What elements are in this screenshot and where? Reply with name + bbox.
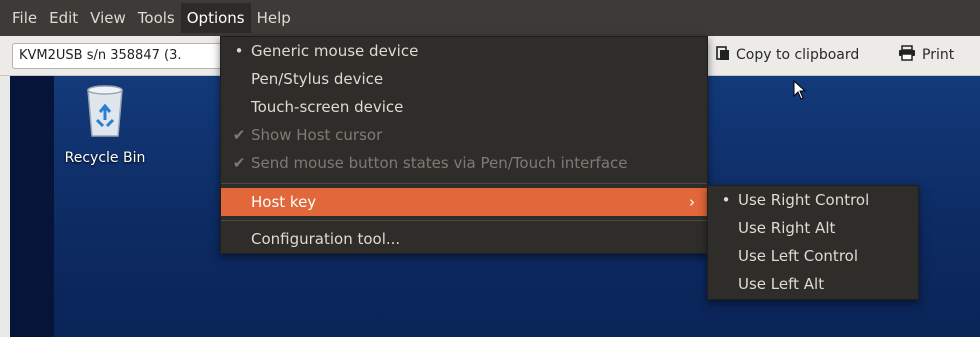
menu-file[interactable]: File (6, 3, 43, 33)
checkmark-icon: ✔ (232, 126, 246, 144)
pen-stylus-device-label: Pen/Stylus device (251, 70, 384, 88)
checkmark-icon: ✔ (232, 154, 246, 172)
mouse-cursor-icon (793, 80, 807, 100)
desktop-left-shadow (10, 76, 54, 337)
pen-stylus-device-item[interactable]: Pen/Stylus device (221, 65, 707, 93)
show-host-cursor-label: Show Host cursor (251, 126, 383, 144)
menu-view[interactable]: View (84, 3, 132, 33)
send-mouse-button-states-label: Send mouse button states via Pen/Touch i… (251, 154, 628, 172)
use-left-alt-item[interactable]: Use Left Alt (708, 270, 918, 298)
chevron-right-icon: › (689, 193, 695, 211)
use-right-alt-label: Use Right Alt (738, 219, 836, 237)
host-key-submenu: • Use Right Control Use Right Alt Use Le… (707, 185, 919, 300)
menu-edit[interactable]: Edit (43, 3, 84, 33)
print-button[interactable]: Print (898, 45, 954, 65)
recycle-bin[interactable]: Recycle Bin (60, 82, 150, 166)
copy-to-clipboard-button[interactable]: Copy to clipboard (716, 45, 859, 65)
use-right-control-label: Use Right Control (738, 191, 870, 209)
menubar: File Edit View Tools Options Help (0, 0, 980, 36)
use-left-control-label: Use Left Control (738, 247, 858, 265)
use-right-control-item[interactable]: • Use Right Control (708, 186, 918, 214)
menu-separator (221, 183, 707, 184)
generic-mouse-device-item[interactable]: • Generic mouse device (221, 37, 707, 65)
host-key-label: Host key (251, 193, 317, 211)
radio-dot-icon: • (721, 191, 731, 209)
menu-separator (221, 220, 707, 221)
show-host-cursor-item: ✔ Show Host cursor (221, 121, 707, 149)
device-select[interactable]: KVM2USB s/n 358847 (3. (12, 43, 226, 69)
window-left-edge (0, 76, 10, 337)
print-label: Print (922, 47, 955, 63)
configuration-tool-label: Configuration tool... (251, 230, 401, 248)
configuration-tool-item[interactable]: Configuration tool... (221, 225, 707, 253)
copy-to-clipboard-label: Copy to clipboard (736, 47, 860, 63)
menu-tools[interactable]: Tools (132, 3, 181, 33)
recycle-bin-label: Recycle Bin (64, 150, 146, 166)
radio-dot-icon: • (234, 42, 244, 60)
send-mouse-button-states-item: ✔ Send mouse button states via Pen/Touch… (221, 149, 707, 177)
menu-help[interactable]: Help (251, 3, 297, 33)
recycle-bin-icon (82, 85, 128, 142)
touch-screen-device-label: Touch-screen device (251, 98, 404, 116)
generic-mouse-device-label: Generic mouse device (251, 42, 419, 60)
use-left-alt-label: Use Left Alt (738, 275, 825, 293)
host-key-item[interactable]: Host key › (221, 188, 707, 216)
use-left-control-item[interactable]: Use Left Control (708, 242, 918, 270)
options-menu: • Generic mouse device Pen/Stylus device… (220, 36, 708, 254)
menu-options[interactable]: Options (180, 3, 251, 33)
use-right-alt-item[interactable]: Use Right Alt (708, 214, 918, 242)
clipboard-icon (716, 45, 730, 65)
touch-screen-device-item[interactable]: Touch-screen device (221, 93, 707, 121)
printer-icon (898, 45, 916, 65)
